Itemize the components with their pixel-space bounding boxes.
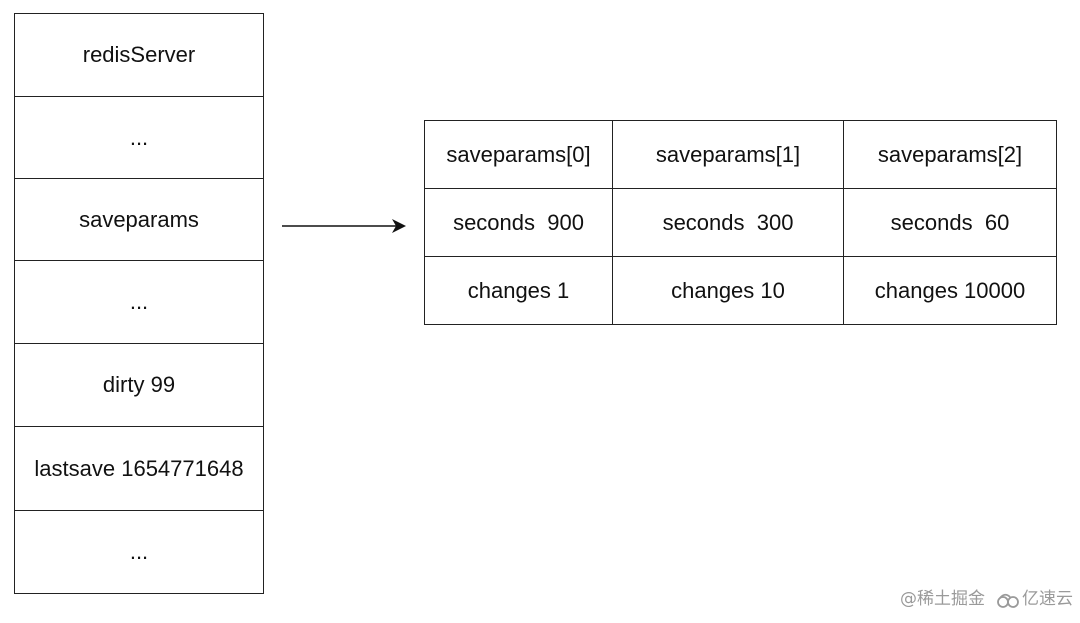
seconds-cell: seconds 900 <box>424 188 613 257</box>
struct-cell-name: redisServer <box>15 14 263 97</box>
struct-cell-lastsave: lastsave 1654771648 <box>15 427 263 511</box>
pointer-arrow <box>282 219 406 233</box>
cloud-icon <box>997 593 1019 608</box>
struct-cell-ellipsis: ... <box>129 539 149 564</box>
juejin-watermark: @稀土掘金 <box>900 589 985 609</box>
struct-cell-ellipsis: ... <box>15 261 263 344</box>
struct-cell-saveparams: saveparams <box>15 179 263 261</box>
seconds-cell: seconds 300 <box>612 188 844 257</box>
table-row: seconds 900 seconds 300 seconds 60 <box>424 188 1057 257</box>
saveparams-array: saveparams[0] saveparams[1] saveparams[2… <box>424 120 1057 325</box>
seconds-cell: seconds 60 <box>843 188 1057 257</box>
header-cell: saveparams[0] <box>424 120 613 189</box>
changes-cell: changes 1 <box>424 256 613 325</box>
header-cell: saveparams[2] <box>843 120 1057 189</box>
changes-cell: changes 10000 <box>843 256 1057 325</box>
struct-cell-dirty: dirty 99 <box>15 344 263 427</box>
header-cell: saveparams[1] <box>612 120 844 189</box>
redis-server-struct: redisServer ... saveparams ... dirty 99 … <box>14 13 264 594</box>
table-row: saveparams[0] saveparams[1] saveparams[2… <box>424 120 1057 189</box>
yisu-watermark: 亿速云 <box>1022 589 1073 609</box>
table-row: changes 1 changes 10 changes 10000 <box>424 256 1057 325</box>
struct-cell-ellipsis: ... <box>15 97 263 179</box>
changes-cell: changes 10 <box>612 256 844 325</box>
